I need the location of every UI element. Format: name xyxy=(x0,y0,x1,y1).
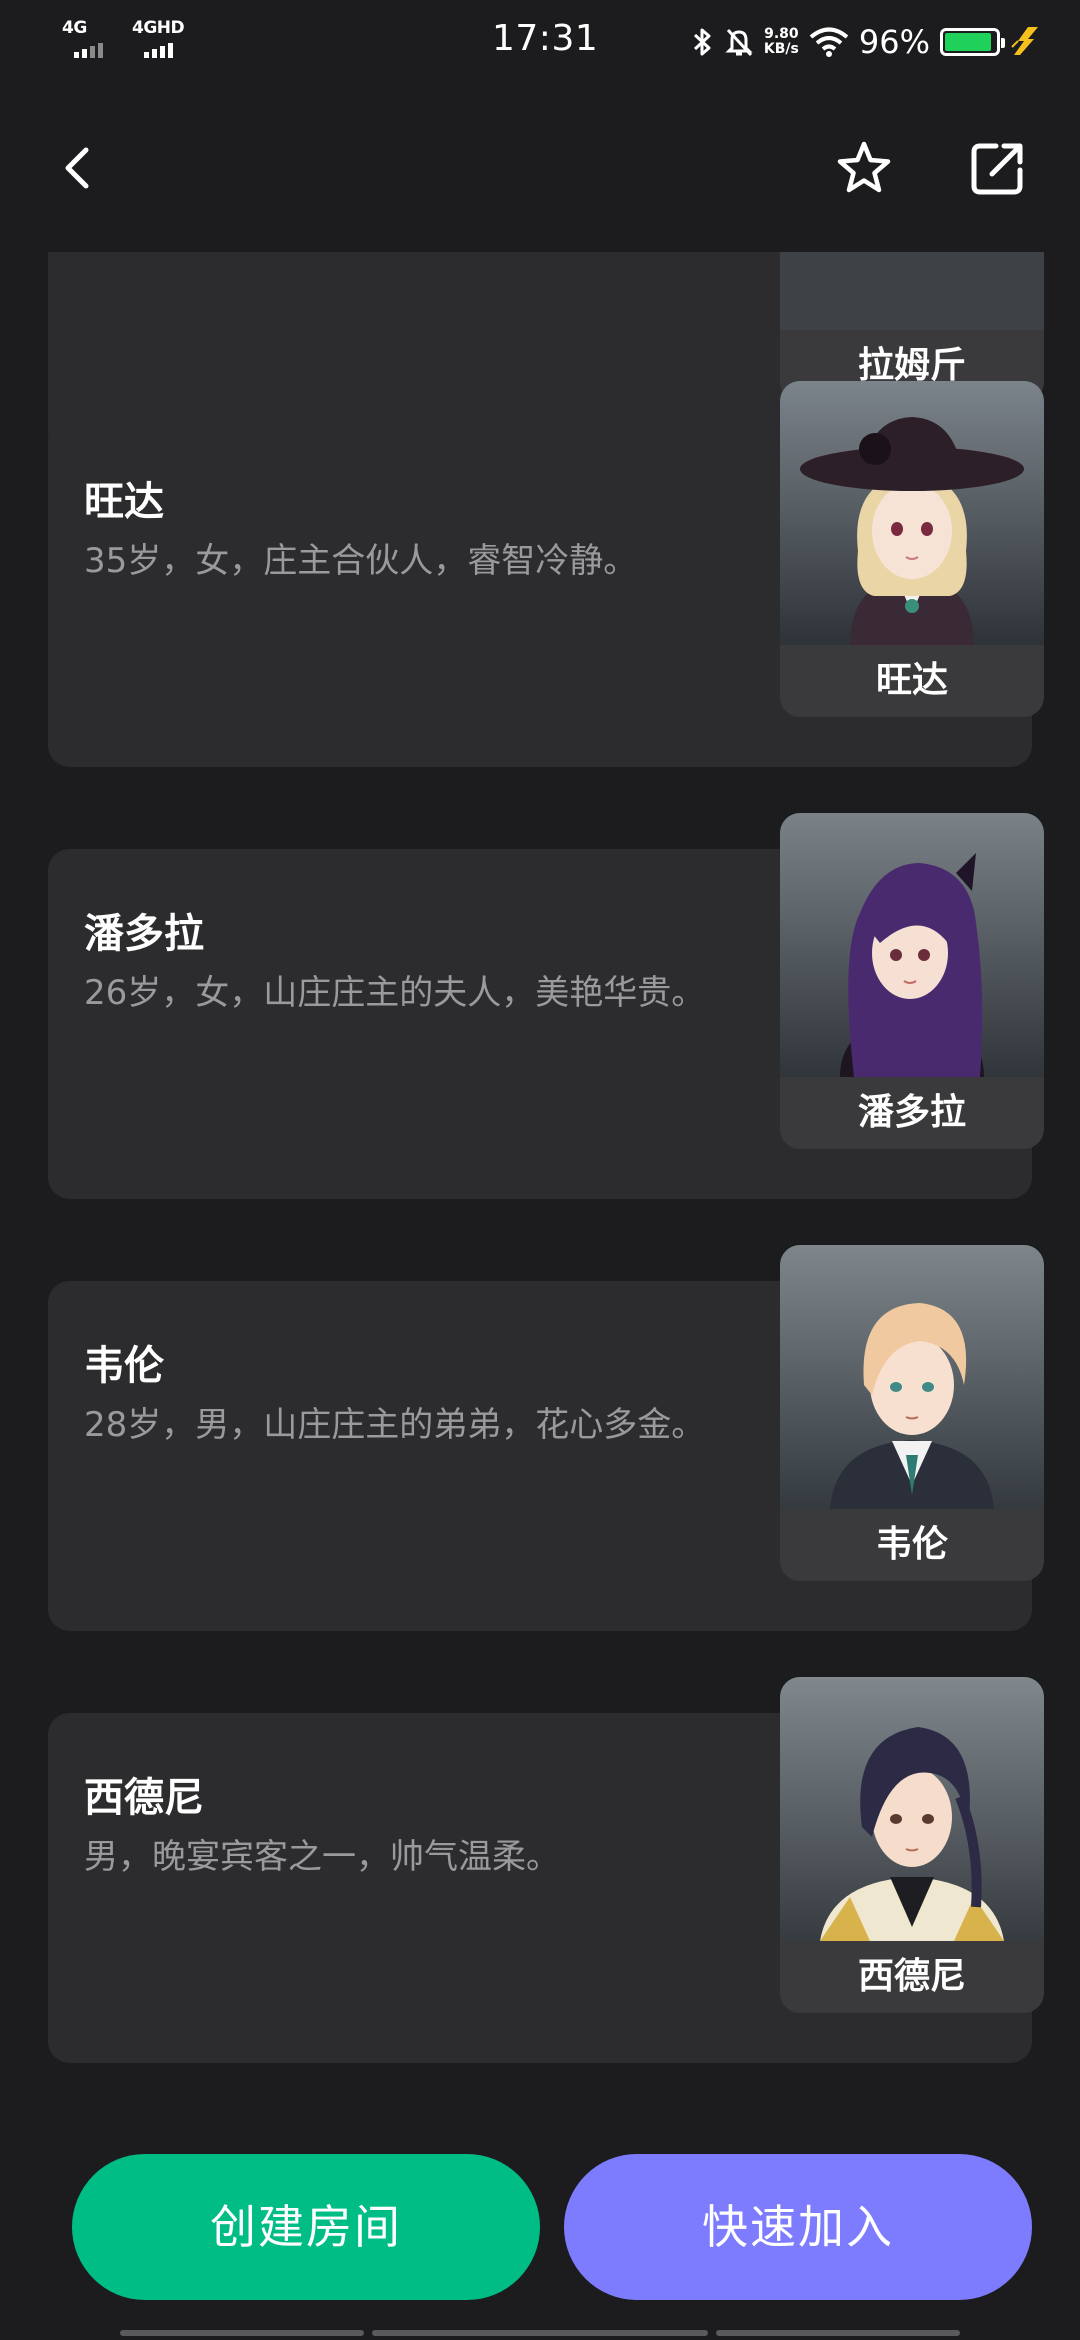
character-description: 35岁，女，庄主合伙人，睿智冷静。 xyxy=(84,541,638,581)
network-type-1: 4G xyxy=(62,18,87,38)
cellular-signal-1: 4G xyxy=(62,18,110,58)
top-navigation xyxy=(0,84,1080,252)
character-portrait: 潘多拉 xyxy=(780,813,1044,1149)
create-room-button[interactable]: 创建房间 xyxy=(72,2154,540,2300)
character-name: 潘多拉 xyxy=(84,911,204,957)
battery-percent: 96% xyxy=(858,23,930,61)
bluetooth-icon xyxy=(693,28,711,56)
bottom-action-bar: 创建房间 快速加入 xyxy=(0,2082,1080,2340)
character-name: 旺达 xyxy=(84,479,164,525)
character-portrait: 西德尼 xyxy=(780,1677,1044,2013)
character-card[interactable]: 西德尼 男，晚宴宾客之一，帅气温柔。 西德尼 xyxy=(48,1677,1044,2063)
back-icon[interactable] xyxy=(48,136,112,200)
character-description: 26岁，女，山庄庄主的夫人，美艳华贵。 xyxy=(84,973,706,1013)
character-name: 韦伦 xyxy=(84,1343,164,1389)
gesture-bar xyxy=(716,2330,960,2336)
character-card[interactable]: 韦伦 28岁，男，山庄庄主的弟弟，花心多金。 韦伦 xyxy=(48,1245,1044,1631)
charging-icon xyxy=(1011,27,1038,55)
character-card[interactable]: 旺达 35岁，女，庄主合伙人，睿智冷静。 旺达 xyxy=(48,381,1044,767)
portrait-image xyxy=(780,381,1044,645)
character-portrait: 旺达 xyxy=(780,381,1044,717)
mute-icon xyxy=(725,28,753,57)
portrait-label: 潘多拉 xyxy=(857,1092,966,1133)
network-type-2: 4GHD xyxy=(132,18,185,38)
network-speed: 9.80 KB/s xyxy=(763,26,799,57)
character-portrait: 拉姆斤 xyxy=(780,252,1044,402)
gesture-bar xyxy=(120,2330,364,2336)
gesture-bar xyxy=(372,2330,708,2336)
portrait-label: 西德尼 xyxy=(857,1956,966,1997)
character-card[interactable]: 潘多拉 26岁，女，山庄庄主的夫人，美艳华贵。 潘多拉 xyxy=(48,813,1044,1199)
star-icon[interactable] xyxy=(832,136,896,200)
character-description: 28岁，男，山庄庄主的弟弟，花心多金。 xyxy=(84,1405,706,1445)
portrait-image xyxy=(780,1245,1044,1509)
quick-join-button[interactable]: 快速加入 xyxy=(564,2154,1032,2300)
character-description: 男，晚宴宾客之一，帅气温柔。 xyxy=(84,1837,560,1877)
wifi-icon xyxy=(809,27,849,57)
portrait-label: 旺达 xyxy=(875,660,948,701)
character-portrait: 韦伦 xyxy=(780,1245,1044,1581)
cellular-signal-2: 4GHD xyxy=(132,18,192,58)
portrait-image xyxy=(780,1677,1044,1941)
portrait-label: 韦伦 xyxy=(875,1524,948,1565)
character-name: 西德尼 xyxy=(84,1775,204,1821)
share-icon[interactable] xyxy=(966,136,1030,200)
portrait-image xyxy=(780,813,1044,1077)
clock: 17:31 xyxy=(492,18,599,59)
status-bar: 4G 4GHD 17:31 9.80 KB/s 96% xyxy=(0,0,1080,84)
battery-icon xyxy=(940,28,1005,56)
character-list[interactable]: 拉姆斤 旺达 35岁，女，庄主合伙人，睿智冷静。 旺达 潘多拉 26岁，女，山庄… xyxy=(0,252,1080,2082)
